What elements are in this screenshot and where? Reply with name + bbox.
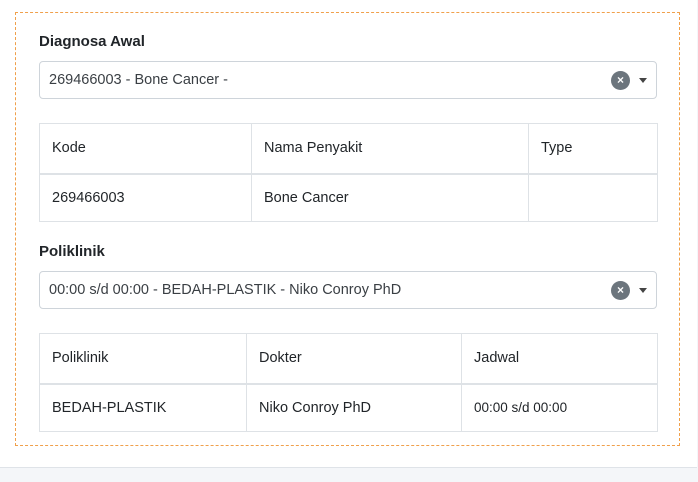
cell-kode: 269466003 bbox=[39, 173, 252, 222]
table-header-row: Poliklinik Dokter Jadwal bbox=[39, 333, 658, 385]
diagnosa-selected-value: 269466003 - Bone Cancer - bbox=[49, 72, 228, 88]
cell-poliklinik: BEDAH-PLASTIK bbox=[39, 383, 247, 432]
table-header-row: Kode Nama Penyakit Type bbox=[39, 123, 658, 175]
clear-icon[interactable]: × bbox=[611, 280, 630, 300]
poliklinik-label: Poliklinik bbox=[39, 243, 105, 260]
poliklinik-table: Poliklinik Dokter Jadwal BEDAH-PLASTIK N… bbox=[39, 333, 658, 432]
diagnosa-select[interactable]: 269466003 - Bone Cancer - × bbox=[39, 61, 657, 99]
poliklinik-select[interactable]: 00:00 s/d 00:00 - BEDAH-PLASTIK - Niko C… bbox=[39, 271, 657, 309]
cell-nama-penyakit: Bone Cancer bbox=[251, 173, 529, 222]
column-header-dokter: Dokter bbox=[246, 333, 462, 385]
column-header-type: Type bbox=[528, 123, 658, 175]
column-header-kode: Kode bbox=[39, 123, 252, 175]
diagnosa-label: Diagnosa Awal bbox=[39, 33, 145, 50]
column-header-poliklinik: Poliklinik bbox=[39, 333, 247, 385]
cell-type bbox=[528, 173, 658, 222]
poliklinik-selected-value: 00:00 s/d 00:00 - BEDAH-PLASTIK - Niko C… bbox=[49, 282, 402, 298]
column-header-nama-penyakit: Nama Penyakit bbox=[251, 123, 529, 175]
chevron-down-icon[interactable] bbox=[639, 77, 647, 83]
table-row: 269466003 Bone Cancer bbox=[39, 173, 658, 222]
chevron-down-icon[interactable] bbox=[639, 287, 647, 293]
cell-dokter: Niko Conroy PhD bbox=[246, 383, 462, 432]
cell-jadwal: 00:00 s/d 00:00 bbox=[461, 383, 658, 432]
diagnosa-table: Kode Nama Penyakit Type 269466003 Bone C… bbox=[39, 123, 658, 222]
clear-icon[interactable]: × bbox=[611, 70, 630, 90]
column-header-jadwal: Jadwal bbox=[461, 333, 658, 385]
table-row: BEDAH-PLASTIK Niko Conroy PhD 00:00 s/d … bbox=[39, 383, 658, 432]
